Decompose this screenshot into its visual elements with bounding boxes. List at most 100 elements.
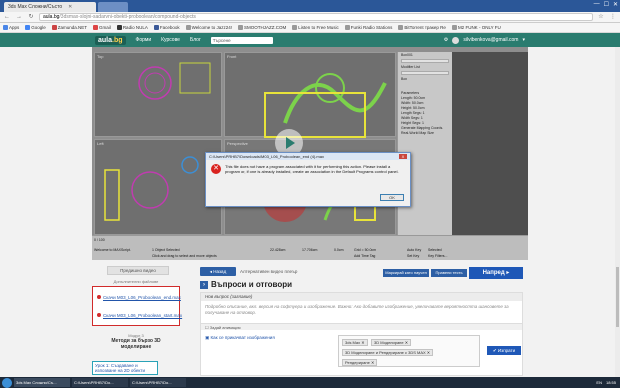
send-button[interactable]: ✔ Изпрати — [487, 346, 521, 355]
bookmark-item[interactable]: Gmail — [93, 25, 111, 30]
clock[interactable]: 18:55 — [606, 380, 616, 385]
tag[interactable]: 3ds Max ✕ — [342, 339, 368, 346]
back-button[interactable]: ◂ Назад — [200, 267, 236, 276]
bookmark-item[interactable]: Radio NULA — [116, 25, 148, 30]
checkbox-icon[interactable]: ☐ — [205, 325, 209, 330]
question-description-input[interactable]: Подробно описание, вкл. версия на софтуе… — [205, 304, 517, 316]
download-link[interactable]: Скачи M03_L06_Proboolean_end.max — [97, 295, 181, 300]
bookmark-item[interactable]: Listen to Free Music — [292, 25, 339, 30]
cmd-field — [401, 71, 449, 75]
forward-arrow-icon[interactable]: → — [15, 13, 23, 21]
reload-icon[interactable]: ↻ — [27, 13, 35, 21]
cmd-label: Modifier List — [401, 65, 420, 69]
bookmark-item[interactable]: Welcome to Jazz24! — [185, 25, 232, 30]
page-scrollbar[interactable] — [615, 47, 620, 377]
max-statusbar: 0 / 100 Welcome to MAXScript. 1 Object S… — [92, 235, 528, 260]
tag[interactable]: 3D Моделиране ✕ — [371, 339, 412, 346]
menu-icon[interactable]: ⋮ — [609, 13, 617, 21]
how-to-attach-link[interactable]: ▣ Как се прикачват изображения — [205, 335, 275, 341]
avatar — [452, 36, 460, 44]
apps-icon — [3, 25, 8, 30]
site-search-input[interactable]: Търсене — [210, 36, 273, 44]
nav-link-courses[interactable]: Курсове — [161, 37, 180, 43]
gmail-icon — [93, 25, 99, 30]
materials-label: Допълнителни файлове — [113, 279, 159, 284]
lesson-link[interactable]: Урок 1: Създаване и изпозване на 2D обек… — [92, 361, 158, 375]
download-link[interactable]: Скачи M03_L06_Proboolean_start.max — [97, 313, 182, 318]
viewport-label: Left — [97, 141, 104, 146]
bookmark-item[interactable]: Funki Radio Stations — [344, 25, 392, 30]
tags-input[interactable]: 3ds Max ✕ 3D Моделиране ✕ 3D Моделиране … — [338, 335, 480, 367]
cmd-label: Height: 50.0cm — [401, 106, 425, 110]
zamunda-icon — [51, 25, 57, 30]
ok-button[interactable]: OK — [380, 194, 404, 201]
qa-title: Въпроси и отговори — [211, 280, 293, 289]
dialog-title: C:\Users\PRHB7\Downloads\M03_L06_Probool… — [209, 154, 324, 159]
user-menu[interactable]: ⚙ silvibenkova@gmail.com ▾ — [444, 36, 525, 44]
prev-video-button[interactable]: Предишно видео — [107, 266, 169, 275]
cmd-field — [401, 59, 449, 63]
alt-video-link[interactable]: Алтернативен видео плеър — [240, 267, 306, 276]
tab-close-icon[interactable]: ✕ — [68, 4, 72, 10]
video-side-dark — [452, 52, 528, 235]
start-icon[interactable] — [2, 377, 12, 388]
bookmark-item[interactable]: Apps — [3, 25, 19, 30]
settings-icon[interactable]: ⚙ — [444, 37, 448, 43]
keyfilters-label: Key Filters... — [428, 254, 448, 258]
nav-link-forms[interactable]: Форми — [136, 37, 152, 43]
coord-y: 17.706cm — [302, 248, 318, 252]
tag[interactable]: 3D Моделиране и Рендериране с 3DS MAX ✕ — [342, 349, 434, 356]
lang-indicator[interactable]: EN — [596, 380, 602, 385]
facebook-icon — [153, 25, 159, 30]
tag[interactable]: Рендериране ✕ — [342, 359, 378, 366]
taskbar-item[interactable]: 3ds Max Сложни/Съ... — [14, 378, 70, 387]
toolbar-label: Задай анимация — [209, 325, 241, 330]
editor-toolbar: ☐ Задай анимация — [201, 323, 522, 330]
bookmark-item[interactable]: BitTorrent тракер Re — [398, 25, 446, 30]
browser-toolbar: ← → ↻ aula.bg/3dsmax-slojni-sadarvni-obe… — [0, 12, 620, 23]
dialog-body: ✕ This file does not have a program asso… — [206, 160, 410, 178]
site-logo[interactable]: aula.bg — [95, 35, 126, 45]
address-bar[interactable]: aula.bg/3dsmax-slojni-sadarvni-obekti-pr… — [39, 13, 593, 21]
next-button[interactable]: Напред ▸ — [469, 267, 523, 279]
funki-icon — [344, 25, 350, 30]
viewport-top: Top — [94, 52, 222, 137]
nav-link-blog[interactable]: Блог — [190, 37, 201, 43]
selected-dropdown: Selected — [428, 248, 442, 252]
autokey-label: Auto Key — [407, 248, 422, 252]
question-title-input[interactable]: Нов въпрос (заглавие) — [201, 293, 522, 301]
mark-learned-button[interactable]: Маркирай като научен — [383, 269, 429, 277]
browser-tabstrip: 3ds Max Сложни/Състо ✕ — ☐ ✕ — [0, 0, 620, 12]
coord-x: 22.428cm — [270, 248, 286, 252]
minimize-icon[interactable]: — — [594, 1, 600, 8]
taskbar-item[interactable]: C:\Users\PRHB7\Do... — [130, 378, 186, 387]
dialog-close-icon[interactable]: X — [399, 154, 407, 159]
bookmark-item[interactable]: Google — [25, 25, 46, 30]
chevron-right-icon: › — [200, 280, 208, 289]
cmd-label: Generate Mapping Coords. — [401, 126, 444, 130]
close-window-icon[interactable]: ✕ — [613, 1, 618, 8]
cmd-label: Width: 50.0cm — [401, 101, 424, 105]
taskbar-item[interactable]: C:\Users\PRHB7\Do... — [72, 378, 128, 387]
bookmark-item[interactable]: Facebook — [153, 25, 180, 30]
status-hint: Click and drag to select and move object… — [152, 254, 217, 258]
viewport-left-scene — [104, 156, 199, 221]
maximize-icon[interactable]: ☐ — [604, 1, 609, 8]
bookmark-item[interactable]: SMOOTHJAZZ.COM — [238, 25, 286, 30]
error-icon: ✕ — [211, 164, 221, 174]
new-tab-button[interactable] — [98, 2, 128, 12]
bookmark-item[interactable]: M2 FUNK - ONLY FU — [451, 25, 501, 30]
bookmark-item[interactable]: Zamunda.NET — [51, 25, 87, 30]
viewport-front: Front — [224, 52, 396, 138]
frame-counter: 0 / 100 — [94, 238, 105, 242]
radio-icon — [116, 25, 122, 30]
back-arrow-icon[interactable]: ← — [3, 13, 11, 21]
review-tests-button[interactable]: Правени тесть — [431, 269, 467, 277]
star-icon[interactable]: ☆ — [597, 13, 605, 21]
viewport-front-scene — [264, 73, 387, 138]
jazz-icon — [185, 25, 191, 30]
scrollbar-thumb[interactable] — [616, 267, 619, 327]
maxscript-label: Welcome to MAXScript. — [94, 248, 131, 252]
materials-box: Скачи M03_L06_Proboolean_end.max Скачи M… — [92, 286, 182, 326]
browser-tab-active[interactable]: 3ds Max Сложни/Състо ✕ — [4, 2, 96, 12]
